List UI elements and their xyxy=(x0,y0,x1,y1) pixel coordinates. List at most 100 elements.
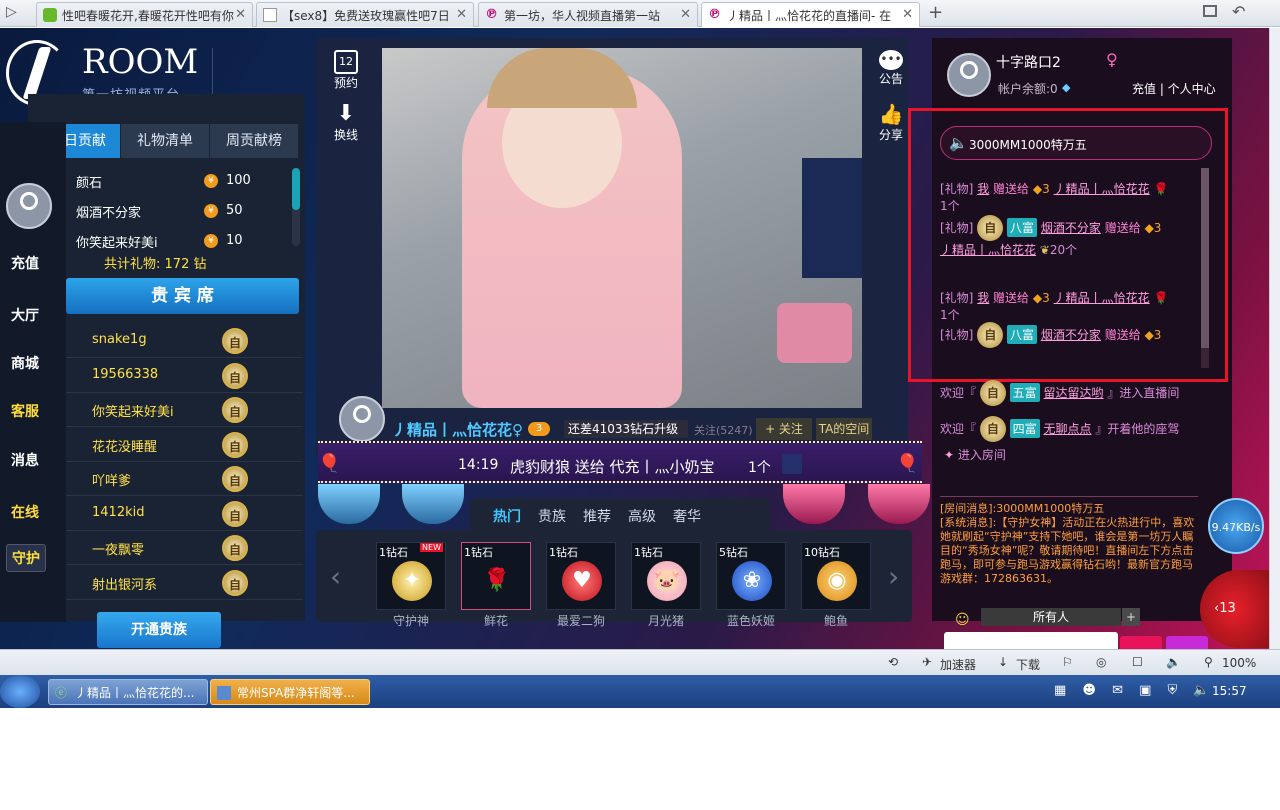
vip-row[interactable]: snake1g 自 xyxy=(66,324,303,358)
browser-tab-3[interactable]: ℗ 第一坊，华人视频直播第一站 ✕ xyxy=(478,2,698,27)
chat-from[interactable]: 烟酒不分家 xyxy=(1041,221,1101,235)
restore-tabs-icon[interactable] xyxy=(1203,5,1217,17)
open-nobility-button[interactable]: 开通贵族 xyxy=(97,612,221,648)
chat-from[interactable]: 我 xyxy=(977,291,989,305)
reserve-button[interactable]: 12 预约 xyxy=(326,50,366,91)
gift-card[interactable]: 1钻石 NEW ✦ xyxy=(376,542,446,610)
edge-icon[interactable]: ◎ xyxy=(1096,655,1106,669)
chevron-left-icon[interactable]: ‹ xyxy=(330,560,341,593)
tab-weekly-ranking[interactable]: 周贡献榜 xyxy=(210,124,298,158)
gift-tab-noble[interactable]: 贵族 xyxy=(538,506,566,526)
gift-card[interactable]: 5钻石 ❀ xyxy=(716,542,786,610)
recipient-add-button[interactable]: + xyxy=(1122,608,1140,626)
welcome-name[interactable]: 无聊点点 xyxy=(1044,422,1092,436)
notice-button[interactable]: ••• 公告 xyxy=(871,50,911,87)
gift-card[interactable]: 1钻石 🐷 xyxy=(631,542,701,610)
calendar-icon: 12 xyxy=(334,50,358,74)
volume-icon[interactable]: 🔈 xyxy=(1166,655,1181,669)
download-icon[interactable]: ↓ xyxy=(998,655,1008,669)
sidebar-toggle-icon[interactable]: ▷ xyxy=(6,4,17,20)
start-button-icon[interactable] xyxy=(0,675,40,708)
video-scene-basket xyxy=(777,303,852,363)
chat-from[interactable]: 烟酒不分家 xyxy=(1041,328,1101,342)
nav-recharge[interactable]: 充值 xyxy=(0,253,58,273)
flying-screen-button[interactable] xyxy=(1166,636,1208,649)
new-tab-button[interactable]: + xyxy=(928,2,943,23)
browser-tab-4[interactable]: ℗ 丿精品丨灬恰花花的直播间- 在 ✕ xyxy=(701,2,920,27)
scroll-thumb[interactable] xyxy=(292,168,300,210)
chat-to[interactable]: 丿精品丨灬恰花花 xyxy=(1054,182,1150,196)
vip-name: 你笑起来好美i xyxy=(92,405,174,420)
welcome-name[interactable]: 留达留达哟 xyxy=(1044,386,1104,400)
back-undo-icon[interactable]: ↶ xyxy=(1232,2,1245,21)
download-label[interactable]: 下载 xyxy=(1016,656,1040,673)
follow-button[interactable]: + 关注 xyxy=(756,418,812,440)
close-icon[interactable]: ✕ xyxy=(680,7,691,22)
page-scrollbar[interactable] xyxy=(1269,28,1280,649)
vip-row[interactable]: 1412kid 自 xyxy=(66,497,303,531)
vip-row[interactable]: 你笑起来好美i 自 xyxy=(66,393,303,427)
live-video[interactable] xyxy=(382,48,862,408)
rank-badge-icon: 自 xyxy=(222,569,248,596)
flag-icon[interactable]: ⚐ xyxy=(1062,655,1073,669)
taskbar-item-browser[interactable]: ⓔ 丿精品丨灬恰花花的... xyxy=(48,679,208,705)
zoom-icon[interactable]: ⚲ xyxy=(1204,655,1213,669)
avatar[interactable] xyxy=(6,183,52,229)
reserve-label: 预约 xyxy=(333,76,358,90)
gift-card[interactable]: 1钻石 ♥ xyxy=(546,542,616,610)
nav-mall[interactable]: 商城 xyxy=(0,353,58,373)
nav-guard[interactable]: 守护 xyxy=(6,544,46,572)
chat-input[interactable] xyxy=(944,632,1118,649)
chat-to[interactable]: 丿精品丨灬恰花花 xyxy=(940,243,1036,257)
taskbar-item-chat[interactable]: 常州SPA群净轩阁等... xyxy=(210,679,370,705)
tray-icons[interactable]: ▦ ☻ ✉ ▣ ⛨ 🔈 xyxy=(1054,683,1216,698)
switch-line-button[interactable]: ⬇ 换线 xyxy=(326,102,366,143)
user-avatar[interactable] xyxy=(947,53,991,97)
gift-tab-hot[interactable]: 热门 xyxy=(493,506,521,526)
refresh-icon[interactable]: ⟲ xyxy=(888,655,898,669)
vip-row[interactable]: 一夜飘零 自 xyxy=(66,531,303,565)
streamer-name[interactable]: 丿精品丨灬恰花花♀ xyxy=(392,419,523,440)
browser-tab-1[interactable]: 性吧春暖花开,春暖花开性吧有你 ✕ xyxy=(36,2,253,27)
ta-space-button[interactable]: TA的空间 xyxy=(816,418,872,440)
streamer-avatar[interactable] xyxy=(339,396,385,442)
accelerator-label[interactable]: 加速器 xyxy=(940,656,976,673)
vip-row[interactable]: 吖咩爹 自 xyxy=(66,462,303,496)
contrib-value: 100 xyxy=(226,173,251,188)
vip-row[interactable]: 19566338 自 xyxy=(66,359,303,393)
close-icon[interactable]: ✕ xyxy=(235,7,246,22)
chat-from[interactable]: 我 xyxy=(977,182,989,196)
chat-to[interactable]: 丿精品丨灬恰花花 xyxy=(1054,291,1150,305)
nav-online[interactable]: 在线 xyxy=(0,502,58,522)
gift-tab-recommended[interactable]: 推荐 xyxy=(583,506,611,526)
vip-name: 一夜飘零 xyxy=(92,543,145,558)
gift-card[interactable]: 10钻石 ◉ xyxy=(801,542,871,610)
emoji-icon[interactable]: ☺ xyxy=(955,612,970,628)
chevron-right-icon[interactable]: › xyxy=(888,560,899,593)
nav-messages[interactable]: 消息 xyxy=(0,450,58,470)
recharge-center-link[interactable]: 充值 | 个人中心 xyxy=(1132,80,1216,97)
browser-tab-2[interactable]: 【sex8】免费送玫瑰赢性吧7日 ✕ xyxy=(256,2,474,27)
tab-gift-list[interactable]: 礼物清单 xyxy=(121,124,209,158)
vip-row[interactable]: 射出银河系 自 xyxy=(66,566,303,600)
send-button[interactable] xyxy=(1120,636,1162,649)
zoom-level[interactable]: 100% xyxy=(1222,656,1256,670)
nav-customer-service[interactable]: 客服 xyxy=(0,401,58,421)
gift-tab-advanced[interactable]: 高级 xyxy=(628,506,656,526)
contrib-scrollbar[interactable] xyxy=(292,168,300,246)
recipient-select[interactable]: 所有人 xyxy=(981,608,1121,626)
window-icon[interactable]: ☐ xyxy=(1132,655,1143,669)
logo-divider xyxy=(212,48,213,98)
fold-panel-button[interactable]: ‹13 xyxy=(1200,570,1269,648)
site-logo-favicon-icon: ℗ xyxy=(708,7,721,22)
accelerator-icon[interactable]: ✈ xyxy=(922,655,932,669)
share-button[interactable]: 👍 分享 xyxy=(871,102,911,143)
gift-card[interactable]: 1钻石 🌹 xyxy=(461,542,531,610)
gift-tab-luxury[interactable]: 奢华 xyxy=(673,506,701,526)
vip-name: 吖咩爹 xyxy=(92,474,132,489)
vip-row[interactable]: 花花没睡醒 自 xyxy=(66,428,303,462)
close-icon[interactable]: ✕ xyxy=(902,7,913,22)
account-balance: 帐户余额:0 xyxy=(998,82,1058,96)
nav-lobby[interactable]: 大厅 xyxy=(0,305,58,325)
close-icon[interactable]: ✕ xyxy=(456,7,467,22)
